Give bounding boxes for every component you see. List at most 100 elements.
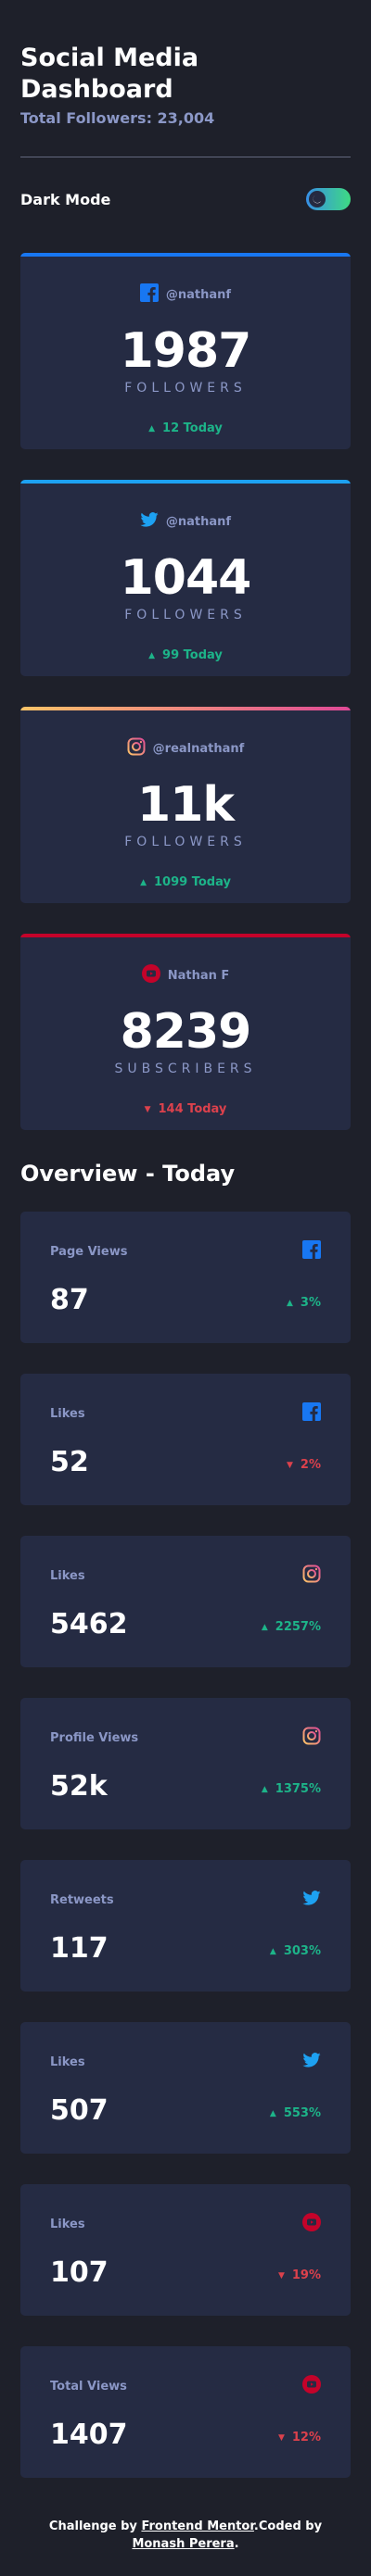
overview-card[interactable]: Page Views 87 ▲ 3%: [20, 1212, 351, 1343]
overview-card[interactable]: Likes 52 ▼ 2%: [20, 1374, 351, 1505]
twitter-card[interactable]: @nathanf 1044 FOLLOWERS ▲ 99 Today: [20, 480, 351, 676]
overview-change: ▲ 553%: [270, 2106, 321, 2126]
overview-card-bottom: 117 ▲ 303%: [50, 1934, 321, 1964]
overview-change-value: 19%: [291, 2268, 321, 2282]
overview-label: Profile Views: [50, 1730, 139, 1745]
total-followers: Total Followers: 23,004: [20, 109, 215, 127]
overview-card-top: Retweets: [50, 1890, 321, 1910]
twitter-accent-bar: [20, 480, 351, 484]
footer-prefix: Challenge by: [48, 2519, 142, 2533]
overview-card-top: Profile Views: [50, 1727, 321, 1749]
frontend-mentor-link[interactable]: Frontend Mentor: [141, 2519, 253, 2533]
overview-value: 5462: [50, 1608, 128, 1640]
overview-card[interactable]: Likes 507 ▲ 553%: [20, 2022, 351, 2154]
overview-card-top: Likes: [50, 2213, 321, 2235]
card-today-value: 12 Today: [162, 421, 223, 435]
card-label: SUBSCRIBERS: [114, 1062, 257, 1076]
arrow-up-icon: ▲: [148, 650, 156, 660]
instagram-icon: [127, 737, 146, 760]
card-today-value: 99 Today: [162, 648, 223, 662]
overview-change-value: 12%: [291, 2431, 321, 2444]
overview-card-top: Page Views: [50, 1240, 321, 1263]
overview-change: ▲ 2257%: [262, 1620, 321, 1640]
card-today: ▲ 1099 Today: [20, 875, 351, 889]
overview-label: Total Views: [50, 2379, 127, 2394]
card-today-value: 1099 Today: [153, 875, 231, 889]
arrow-up-icon: ▲: [269, 2108, 276, 2118]
twitter-icon: [302, 1891, 321, 1909]
overview-card-top: Likes: [50, 2052, 321, 2072]
card-handle-row: Nathan F: [20, 964, 351, 986]
overview-change: ▼ 19%: [278, 2268, 321, 2288]
twitter-icon: [302, 2053, 321, 2071]
youtube-card[interactable]: Nathan F 8239 SUBSCRIBERS ▼ 144 Today: [20, 934, 351, 1130]
overview-card-bottom: 5462 ▲ 2257%: [50, 1610, 321, 1640]
instagram-card[interactable]: @realnathanf 11k FOLLOWERS ▲ 1099 Today: [20, 707, 351, 903]
card-handle: Nathan F: [167, 968, 230, 983]
overview-label: Retweets: [50, 1892, 114, 1907]
overview-label: Page Views: [50, 1244, 128, 1259]
arrow-up-icon: ▲: [261, 1784, 268, 1794]
attribution-footer: Challenge by Frontend Mentor.Coded by Mo…: [0, 2518, 371, 2553]
moon-icon: [309, 191, 326, 207]
card-handle: @nathanf: [165, 514, 232, 529]
overview-change-value: 2%: [300, 1458, 321, 1472]
overview-card[interactable]: Profile Views 52k ▲ 1375%: [20, 1698, 351, 1829]
overview-card-bottom: 107 ▼ 19%: [50, 2258, 321, 2288]
facebook-icon: [139, 283, 159, 306]
arrow-down-icon: ▼: [277, 2432, 285, 2443]
header: Social Media Dashboard Total Followers: …: [20, 0, 351, 127]
overview-change: ▲ 1375%: [262, 1782, 321, 1802]
youtube-icon: [302, 2213, 321, 2235]
card-today: ▼ 144 Today: [20, 1102, 351, 1116]
arrow-up-icon: ▲: [261, 1622, 268, 1632]
card-handle-row: @nathanf: [20, 283, 351, 306]
arrow-up-icon: ▲: [269, 1946, 276, 1956]
overview-change: ▲ 3%: [287, 1296, 321, 1315]
overview-card[interactable]: Retweets 117 ▲ 303%: [20, 1860, 351, 1992]
overview-change-value: 1375%: [275, 1782, 321, 1796]
footer-suffix: .: [234, 2537, 239, 2551]
overview-card-top: Total Views: [50, 2375, 321, 2397]
youtube-icon: [141, 964, 160, 986]
overview-change: ▼ 2%: [287, 1458, 321, 1477]
card-label: FOLLOWERS: [124, 381, 247, 396]
follower-cards: @nathanf 1987 FOLLOWERS ▲ 12 Today @nathanf 10…: [20, 253, 351, 1130]
overview-card[interactable]: Total Views 1407 ▼ 12%: [20, 2346, 351, 2478]
overview-change: ▼ 12%: [278, 2431, 321, 2450]
arrow-up-icon: ▲: [140, 877, 147, 887]
overview-card[interactable]: Likes 107 ▼ 19%: [20, 2184, 351, 2316]
overview-label: Likes: [50, 2055, 85, 2069]
card-label: FOLLOWERS: [124, 608, 247, 622]
twitter-icon: [140, 512, 159, 531]
card-count: 8239: [120, 1004, 252, 1060]
overview-cards: Page Views 87 ▲ 3% Likes 52 ▼ 2% Likes 5462 ▲ 2257%…: [20, 1212, 351, 2478]
youtube-icon: [302, 2375, 321, 2397]
overview-value: 507: [50, 2094, 109, 2127]
card-label: FOLLOWERS: [124, 835, 247, 849]
overview-card[interactable]: Likes 5462 ▲ 2257%: [20, 1536, 351, 1667]
overview-value: 1407: [50, 2419, 128, 2451]
card-count: 11k: [137, 777, 235, 833]
arrow-up-icon: ▲: [287, 1298, 293, 1308]
author-link[interactable]: Monash Perera: [132, 2537, 234, 2551]
overview-label: Likes: [50, 2217, 85, 2231]
overview-card-top: Likes: [50, 1402, 321, 1424]
dark-mode-toggle[interactable]: [306, 188, 351, 210]
arrow-up-icon: ▲: [148, 423, 156, 434]
card-handle-row: @realnathanf: [20, 737, 351, 760]
dark-mode-label: Dark Mode: [20, 190, 111, 208]
overview-change-value: 553%: [283, 2106, 321, 2120]
card-handle-row: @nathanf: [20, 511, 351, 532]
card-handle: @realnathanf: [152, 741, 245, 756]
arrow-down-icon: ▼: [287, 1460, 293, 1470]
facebook-icon: [302, 1240, 321, 1263]
facebook-card[interactable]: @nathanf 1987 FOLLOWERS ▲ 12 Today: [20, 253, 351, 449]
page-title: Social Media Dashboard: [20, 44, 199, 104]
overview-card-bottom: 87 ▲ 3%: [50, 1286, 321, 1315]
instagram-icon: [302, 1727, 321, 1749]
instagram-accent-bar: [20, 707, 351, 710]
overview-value: 87: [50, 1284, 89, 1316]
overview-card-bottom: 52 ▼ 2%: [50, 1448, 321, 1477]
overview-value: 117: [50, 1932, 109, 1965]
